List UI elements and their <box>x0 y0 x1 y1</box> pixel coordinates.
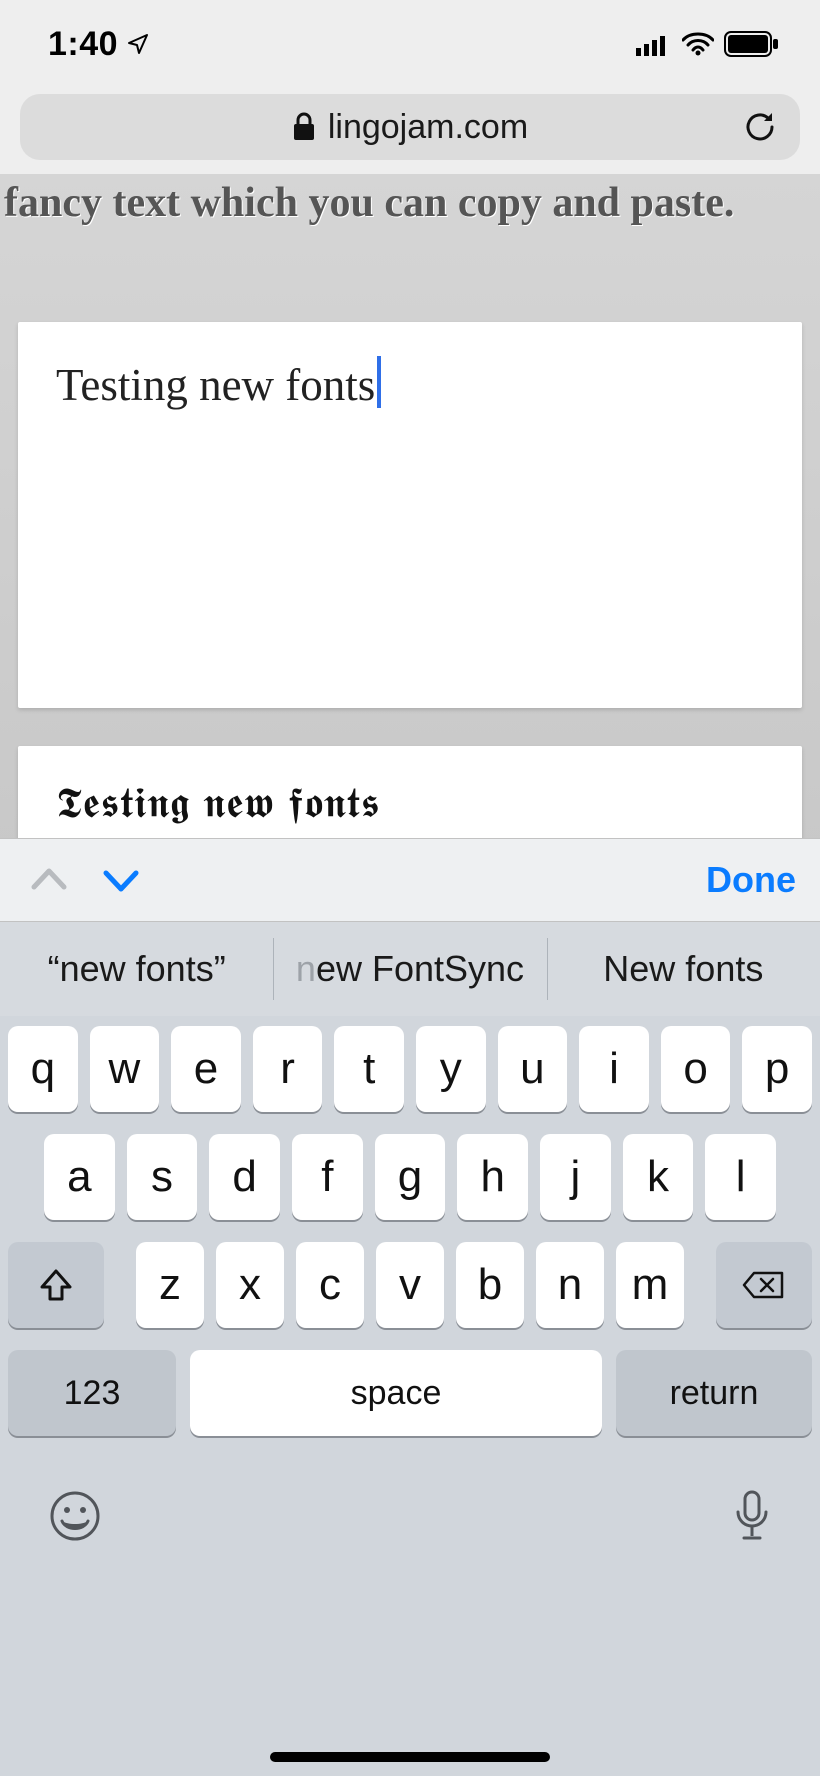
output-text: 𝕿𝖊𝖘𝖙𝖎𝖓𝖌 𝖓𝖊𝖜 𝖋𝖔𝖓𝖙𝖘 <box>56 782 764 828</box>
prev-field-icon <box>30 865 68 895</box>
address-bar-domain: lingojam.com <box>328 108 528 147</box>
key-u[interactable]: u <box>498 1026 568 1112</box>
browser-toolbar: lingojam.com <box>0 88 820 174</box>
key-c[interactable]: c <box>296 1242 364 1328</box>
webpage-content[interactable]: fancy text which you can copy and paste.… <box>0 174 820 866</box>
key-w[interactable]: w <box>90 1026 160 1112</box>
space-key[interactable]: space <box>190 1350 602 1436</box>
keyboard: q w e r t y u i o p a s d f g h j k l z … <box>0 1016 820 1776</box>
return-key[interactable]: return <box>616 1350 812 1436</box>
key-row-1: q w e r t y u i o p <box>8 1026 812 1112</box>
key-row-3: z x c v b n m <box>8 1242 812 1328</box>
key-q[interactable]: q <box>8 1026 78 1112</box>
key-y[interactable]: y <box>416 1026 486 1112</box>
address-bar[interactable]: lingojam.com <box>20 94 800 160</box>
form-nav <box>24 865 140 895</box>
wifi-icon <box>682 32 714 56</box>
cellular-icon <box>636 32 672 56</box>
battery-icon <box>724 31 780 57</box>
key-z[interactable]: z <box>136 1242 204 1328</box>
key-h[interactable]: h <box>457 1134 528 1220</box>
location-icon <box>126 32 150 56</box>
backspace-key[interactable] <box>716 1242 812 1328</box>
output-card[interactable]: 𝕿𝖊𝖘𝖙𝖎𝖓𝖌 𝖓𝖊𝖜 𝖋𝖔𝖓𝖙𝖘 <box>18 746 802 846</box>
input-card[interactable]: Testing new fonts <box>18 322 802 708</box>
key-k[interactable]: k <box>623 1134 694 1220</box>
page-heading: fancy text which you can copy and paste. <box>0 174 820 256</box>
emoji-icon[interactable] <box>48 1489 102 1543</box>
numbers-key[interactable]: 123 <box>8 1350 176 1436</box>
key-p[interactable]: p <box>742 1026 812 1112</box>
key-n[interactable]: n <box>536 1242 604 1328</box>
address-bar-content: lingojam.com <box>20 108 800 147</box>
keyboard-bottom-row <box>8 1458 812 1544</box>
key-l[interactable]: l <box>705 1134 776 1220</box>
status-bar: 1:40 <box>0 0 820 88</box>
status-right <box>636 31 780 57</box>
shift-key[interactable] <box>8 1242 104 1328</box>
suggestion-2[interactable]: new FontSync <box>273 922 546 1016</box>
key-row-4: 123 space return <box>8 1350 812 1436</box>
key-b[interactable]: b <box>456 1242 524 1328</box>
key-t[interactable]: t <box>334 1026 404 1112</box>
key-g[interactable]: g <box>375 1134 446 1220</box>
next-field-icon[interactable] <box>102 865 140 895</box>
suggestion-1[interactable]: “new fonts” <box>0 922 273 1016</box>
dictation-icon[interactable] <box>732 1488 772 1544</box>
key-a[interactable]: a <box>44 1134 115 1220</box>
suggestion-3[interactable]: New fonts <box>547 922 820 1016</box>
input-text: Testing new fonts <box>56 360 375 410</box>
key-row-2: a s d f g h j k l <box>8 1134 812 1220</box>
key-s[interactable]: s <box>127 1134 198 1220</box>
form-accessory-bar: Done <box>0 838 820 922</box>
refresh-icon[interactable] <box>742 109 778 145</box>
lock-icon <box>292 112 316 142</box>
done-button[interactable]: Done <box>706 859 796 901</box>
key-d[interactable]: d <box>209 1134 280 1220</box>
status-time: 1:40 <box>48 25 118 64</box>
predictive-bar: “new fonts” new FontSync New fonts <box>0 922 820 1016</box>
key-o[interactable]: o <box>661 1026 731 1112</box>
status-left: 1:40 <box>48 25 150 64</box>
key-v[interactable]: v <box>376 1242 444 1328</box>
key-j[interactable]: j <box>540 1134 611 1220</box>
key-e[interactable]: e <box>171 1026 241 1112</box>
home-indicator[interactable] <box>270 1752 550 1762</box>
key-m[interactable]: m <box>616 1242 684 1328</box>
key-i[interactable]: i <box>579 1026 649 1112</box>
text-cursor <box>377 356 381 408</box>
key-x[interactable]: x <box>216 1242 284 1328</box>
key-f[interactable]: f <box>292 1134 363 1220</box>
key-r[interactable]: r <box>253 1026 323 1112</box>
